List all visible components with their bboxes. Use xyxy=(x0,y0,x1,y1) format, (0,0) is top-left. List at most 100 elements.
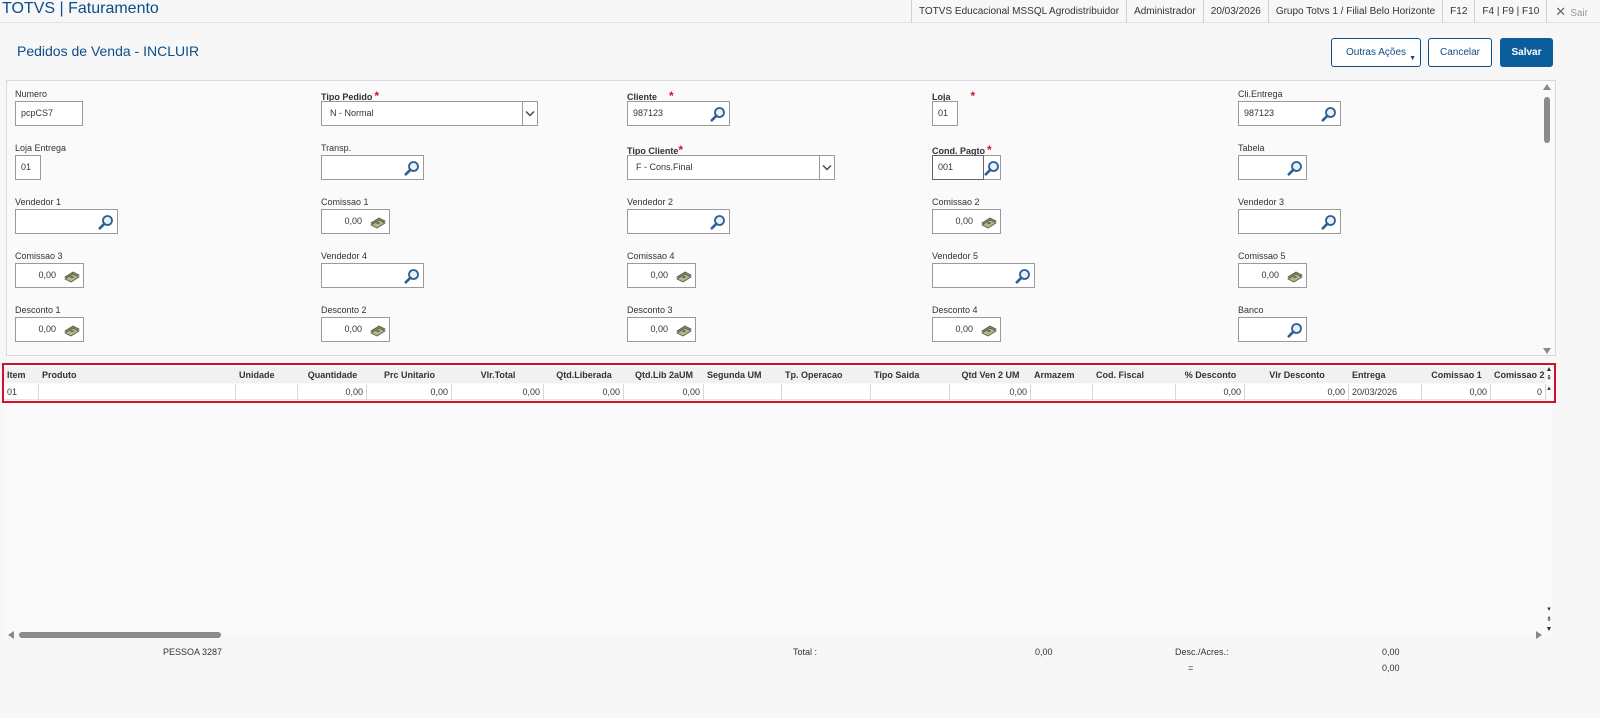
numero-input[interactable]: pcpCS7 xyxy=(15,101,83,126)
scroll-up-icon[interactable]: ▴ xyxy=(1544,385,1554,393)
banco-input[interactable] xyxy=(1238,317,1307,342)
column-header[interactable]: Vlr.Total xyxy=(452,367,544,383)
column-header[interactable]: Segunda UM xyxy=(704,367,782,383)
table-cell[interactable] xyxy=(871,384,950,400)
money-icon[interactable] xyxy=(676,268,692,284)
search-icon[interactable] xyxy=(98,214,114,230)
column-header[interactable]: Unidade xyxy=(236,367,298,383)
f12-shortcut[interactable]: F12 xyxy=(1442,0,1474,23)
vendedor3-input[interactable] xyxy=(1238,209,1341,234)
chevron-down-icon[interactable] xyxy=(819,156,834,179)
money-icon[interactable] xyxy=(981,214,997,230)
grid-horizontal-scrollbar[interactable] xyxy=(5,630,1545,640)
column-header[interactable]: Vlr Desconto xyxy=(1245,367,1349,383)
table-cell[interactable]: 0,00 xyxy=(367,384,452,400)
table-cell[interactable]: 01 xyxy=(4,384,39,400)
column-header[interactable]: Qtd Ven 2 UM xyxy=(950,367,1031,383)
branch-label[interactable]: Grupo Totvs 1 / Filial Belo Horizonte xyxy=(1267,0,1442,23)
loja-entrega-input[interactable]: 01 xyxy=(15,155,41,180)
desconto2-input[interactable]: 0,00 xyxy=(321,317,390,342)
money-icon[interactable] xyxy=(64,322,80,338)
table-cell[interactable]: 0,00 xyxy=(624,384,704,400)
column-header[interactable]: Comissao 1 xyxy=(1422,367,1491,383)
table-cell[interactable]: 0,00 xyxy=(298,384,367,400)
comissao5-input[interactable]: 0,00 xyxy=(1238,263,1307,288)
vendedor5-input[interactable] xyxy=(932,263,1035,288)
table-cell[interactable]: 0,00 xyxy=(1245,384,1349,400)
search-icon[interactable] xyxy=(1321,214,1337,230)
column-header[interactable]: Tp. Operacao xyxy=(782,367,871,383)
scroll-page-up-icon[interactable]: ⇞ xyxy=(1544,375,1554,383)
transp-input[interactable] xyxy=(321,155,424,180)
column-header[interactable]: Qtd.Lib 2aUM xyxy=(624,367,704,383)
search-icon[interactable] xyxy=(1321,106,1337,122)
table-cell[interactable] xyxy=(1093,384,1176,400)
date-label[interactable]: 20/03/2026 xyxy=(1202,0,1268,23)
column-header[interactable]: Item xyxy=(4,367,39,383)
cond-pagto-search-button[interactable] xyxy=(984,155,1001,180)
search-icon[interactable] xyxy=(1015,268,1031,284)
money-icon[interactable] xyxy=(64,268,80,284)
desconto4-input[interactable]: 0,00 xyxy=(932,317,1001,342)
column-header[interactable]: % Desconto xyxy=(1176,367,1245,383)
money-icon[interactable] xyxy=(370,322,386,338)
save-button[interactable]: Salvar xyxy=(1500,38,1553,67)
search-icon[interactable] xyxy=(404,268,420,284)
scroll-left-icon[interactable] xyxy=(8,631,14,639)
cond-pagto-input[interactable]: 001 xyxy=(932,155,984,180)
table-cell[interactable]: 0,00 xyxy=(452,384,544,400)
money-icon[interactable] xyxy=(1287,268,1303,284)
chevron-down-icon[interactable] xyxy=(522,102,537,125)
outras-acoes-button[interactable]: Outras Ações ▼ xyxy=(1331,38,1421,67)
table-cell[interactable]: 0,00 xyxy=(544,384,624,400)
money-icon[interactable] xyxy=(370,214,386,230)
column-header[interactable]: Entrega xyxy=(1349,367,1422,383)
user-label[interactable]: Administrador xyxy=(1126,0,1203,23)
cliente-input[interactable]: 987123 xyxy=(627,101,730,126)
grid-scrollbar[interactable]: ▲ ⇞ ▴ ▾ ⇟ ▼ xyxy=(1543,366,1555,640)
column-header[interactable]: Cod. Fiscal xyxy=(1093,367,1176,383)
desconto3-input[interactable]: 0,00 xyxy=(627,317,696,342)
scroll-bottom-icon[interactable]: ▼ xyxy=(1544,626,1554,634)
table-cell[interactable]: 20/03/2026 xyxy=(1349,384,1422,400)
search-icon[interactable] xyxy=(710,106,726,122)
tipo-pedido-select[interactable]: N - Normal xyxy=(321,101,538,126)
scroll-thumb[interactable] xyxy=(1544,97,1550,143)
column-header[interactable]: Produto xyxy=(39,367,236,383)
column-header[interactable]: Prc Unitario xyxy=(367,367,452,383)
table-cell[interactable] xyxy=(39,384,236,400)
search-icon[interactable] xyxy=(710,214,726,230)
vendedor2-input[interactable] xyxy=(627,209,730,234)
money-icon[interactable] xyxy=(981,322,997,338)
column-header[interactable]: Armazem xyxy=(1031,367,1093,383)
table-cell[interactable]: 0,00 xyxy=(1422,384,1491,400)
table-cell[interactable] xyxy=(782,384,871,400)
comissao3-input[interactable]: 0,00 xyxy=(15,263,84,288)
scroll-page-down-icon[interactable]: ⇟ xyxy=(1544,616,1554,624)
column-header[interactable]: Tipo Saida xyxy=(871,367,950,383)
scroll-top-icon[interactable]: ▲ xyxy=(1544,366,1554,374)
search-icon[interactable] xyxy=(1287,322,1303,338)
loja-input[interactable]: 01 xyxy=(932,101,958,126)
exit-button[interactable]: ✕ Sair xyxy=(1546,0,1600,23)
table-cell[interactable]: 0,00 xyxy=(1176,384,1245,400)
tipo-cliente-select[interactable]: F - Cons.Final xyxy=(627,155,835,180)
table-cell[interactable] xyxy=(1031,384,1093,400)
scroll-up-icon[interactable] xyxy=(1543,84,1551,90)
desconto1-input[interactable]: 0,00 xyxy=(15,317,84,342)
cli-entrega-input[interactable]: 987123 xyxy=(1238,101,1341,126)
cancel-button[interactable]: Cancelar xyxy=(1428,38,1492,67)
table-cell[interactable]: 0 xyxy=(1491,384,1546,400)
comissao1-input[interactable]: 0,00 xyxy=(321,209,390,234)
money-icon[interactable] xyxy=(676,322,692,338)
search-icon[interactable] xyxy=(404,160,420,176)
table-cell[interactable] xyxy=(704,384,782,400)
form-scrollbar[interactable] xyxy=(1543,84,1552,354)
search-icon[interactable] xyxy=(984,160,1000,176)
scroll-down-icon[interactable] xyxy=(1543,348,1551,354)
scroll-right-icon[interactable] xyxy=(1536,631,1542,639)
column-header[interactable]: Qtd.Liberada xyxy=(544,367,624,383)
environment-label[interactable]: TOTVS Educacional MSSQL Agrodistribuidor xyxy=(910,0,1126,23)
tabela-input[interactable] xyxy=(1238,155,1307,180)
comissao4-input[interactable]: 0,00 xyxy=(627,263,696,288)
